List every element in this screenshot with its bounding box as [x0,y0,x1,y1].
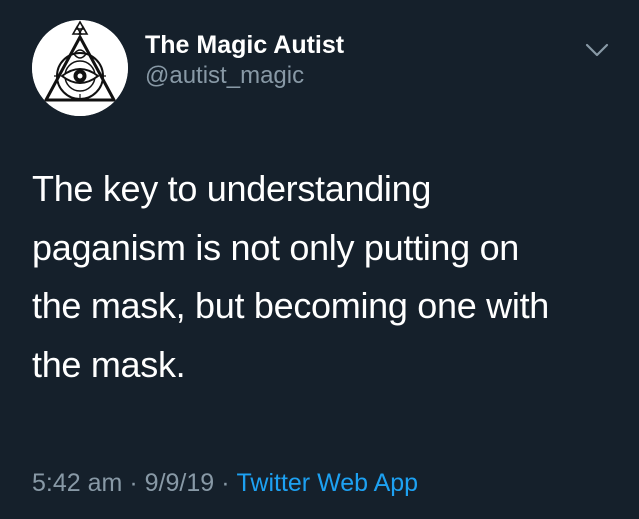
tweet-author[interactable]: The Magic Autist @autist_magic [145,30,565,92]
tweet-metadata: 5:42 am · 9/9/19 · Twitter Web App [32,466,418,500]
tweet-time[interactable]: 5:42 am [32,469,122,497]
display-name[interactable]: The Magic Autist [145,30,565,60]
chevron-down-icon [585,43,609,57]
avatar[interactable] [32,20,128,116]
user-handle[interactable]: @autist_magic [145,60,565,92]
all-seeing-eye-triangle-icon [32,20,128,116]
meta-separator: · [221,469,230,497]
tweet-text: The key to understanding paganism is not… [32,168,549,385]
tweet-menu-button[interactable] [582,38,612,62]
tweet-source-link[interactable]: Twitter Web App [237,469,419,497]
tweet-card: The Magic Autist @autist_magic The key t… [0,0,639,519]
tweet-date[interactable]: 9/9/19 [145,469,215,497]
meta-separator: · [129,469,138,497]
